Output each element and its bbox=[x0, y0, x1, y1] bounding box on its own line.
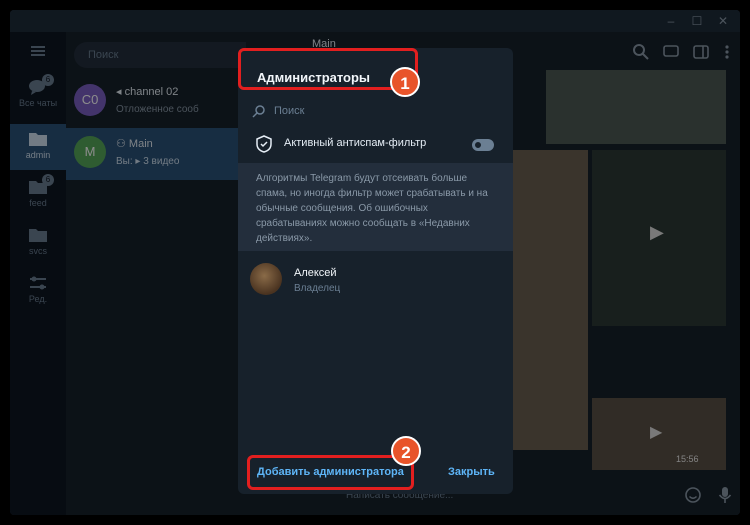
search-icon bbox=[252, 105, 265, 118]
admin-role: Владелец bbox=[294, 283, 341, 294]
step-1-number: 1 bbox=[390, 67, 420, 97]
step-2-number: 2 bbox=[391, 436, 421, 466]
antispam-label: Активный антиспам-фильтр bbox=[284, 137, 427, 149]
antispam-toggle[interactable] bbox=[472, 139, 494, 151]
avatar bbox=[250, 263, 282, 295]
antispam-info-text: Алгоритмы Telegram будут отсеивать больш… bbox=[238, 163, 513, 251]
antispam-toggle-row[interactable]: Активный антиспам-фильтр bbox=[238, 126, 513, 162]
shield-icon bbox=[256, 135, 272, 153]
administrators-dialog: Администраторы Поиск Активный антиспам-ф… bbox=[238, 48, 513, 494]
close-dialog-button[interactable]: Закрыть bbox=[448, 466, 495, 478]
app-window: – ☐ ✕ 6 Все чаты admin 6 feed svcs Ред. bbox=[10, 10, 740, 515]
toggle-knob bbox=[473, 140, 483, 150]
admin-search-input[interactable]: Поиск bbox=[252, 102, 502, 122]
admin-list-item[interactable]: Алексей Владелец bbox=[238, 255, 513, 305]
search-placeholder: Поиск bbox=[274, 105, 305, 117]
admin-name: Алексей bbox=[294, 267, 337, 279]
step-2-highlight bbox=[247, 455, 414, 490]
